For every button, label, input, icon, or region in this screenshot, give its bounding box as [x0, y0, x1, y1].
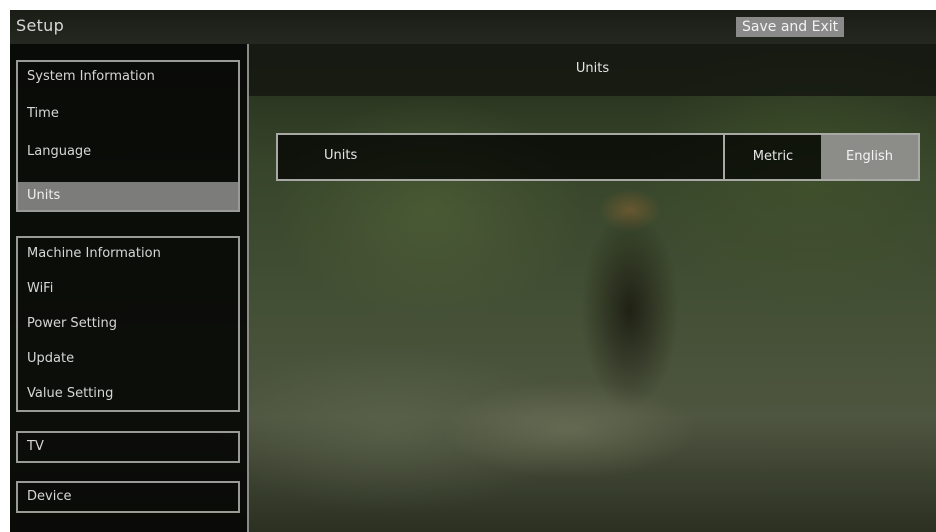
sidebar-item-machine-information[interactable]: Machine Information	[18, 240, 238, 268]
option-english[interactable]: English	[821, 135, 918, 179]
setup-screen: Setup Save and Exit System Information T…	[10, 10, 936, 532]
page-title: Setup	[16, 16, 65, 35]
sidebar-item-language[interactable]: Language	[18, 137, 238, 167]
sidebar-item-device[interactable]: Device	[18, 483, 238, 511]
save-and-exit-button[interactable]: Save and Exit	[736, 17, 845, 37]
sidebar-group-tv: TV	[16, 431, 240, 463]
sidebar-group-system: System Information Time Language Units	[16, 60, 240, 212]
sidebar-item-system-information[interactable]: System Information	[18, 62, 238, 92]
sidebar-item-tv[interactable]: TV	[18, 433, 238, 461]
option-metric[interactable]: Metric	[725, 135, 821, 179]
sidebar-group-machine: Machine Information WiFi Power Setting U…	[16, 236, 240, 412]
units-setting-label: Units	[324, 148, 358, 163]
units-setting-row: Units Metric English	[276, 133, 920, 181]
sidebar-item-value-setting[interactable]: Value Setting	[18, 380, 238, 408]
sidebar-item-update[interactable]: Update	[18, 345, 238, 373]
top-bar: Setup Save and Exit	[10, 10, 936, 44]
sidebar-group-device: Device	[16, 481, 240, 513]
sidebar: System Information Time Language Units M…	[10, 44, 247, 532]
section-header: Units	[249, 44, 936, 96]
sidebar-item-units[interactable]: Units	[18, 182, 238, 210]
sidebar-item-time[interactable]: Time	[18, 99, 238, 129]
sidebar-item-wifi[interactable]: WiFi	[18, 275, 238, 303]
sidebar-divider	[247, 44, 249, 532]
sidebar-item-power-setting[interactable]: Power Setting	[18, 310, 238, 338]
section-title: Units	[575, 61, 610, 76]
